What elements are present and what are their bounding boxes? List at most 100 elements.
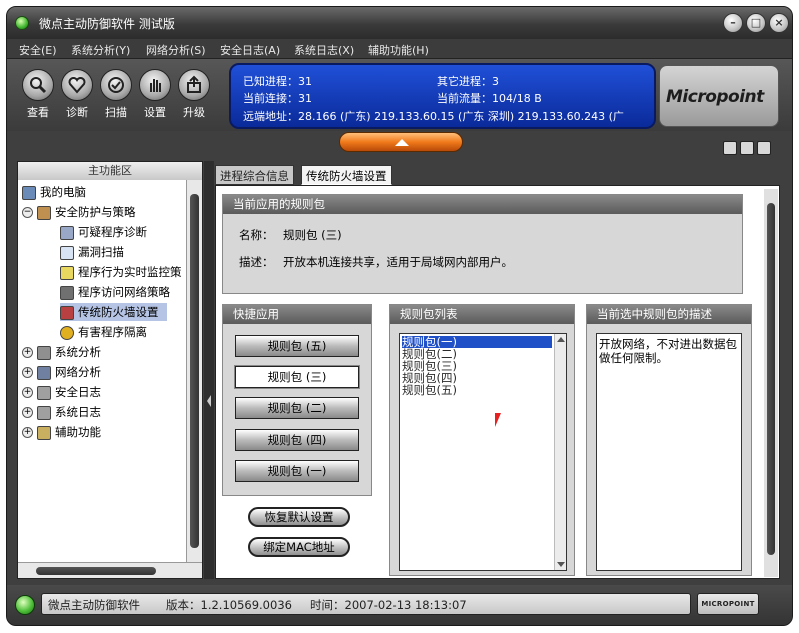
settings-button[interactable]: 设置	[138, 69, 172, 120]
maximize-button[interactable]: □	[746, 13, 766, 33]
tree-item-auxiliary[interactable]: + 辅助功能	[22, 423, 101, 441]
log-icon	[37, 385, 51, 400]
scroll-down-icon[interactable]	[555, 558, 567, 570]
window-title: 微点主动防御软件 测试版	[39, 17, 175, 31]
rule-pack-listbox[interactable]: 规则包(一) 规则包(二) 规则包(三) 规则包(四) 规则包(五)	[399, 333, 567, 571]
tree-item-network-analysis[interactable]: + 网络分析	[22, 363, 101, 381]
tree-label: 有害程序隔离	[78, 325, 147, 339]
menu-bar: 安全(E) 系统分析(Y) 网络分析(S) 安全日志(A) 系统日志(X) 辅助…	[7, 39, 792, 59]
title-bar[interactable]: 微点主动防御软件 测试版 – □ ×	[7, 7, 792, 39]
logo-text: Micropoint	[666, 87, 764, 107]
expand-icon[interactable]: +	[22, 387, 33, 398]
tree-label: 系统分析	[55, 345, 101, 359]
biohazard-icon	[60, 325, 74, 340]
restore-defaults-button[interactable]: 恢复默认设置	[248, 507, 350, 527]
expand-icon[interactable]: +	[22, 407, 33, 418]
menu-security-log[interactable]: 安全日志(A)	[220, 42, 280, 58]
menu-security[interactable]: 安全(E)	[19, 42, 57, 58]
view-button[interactable]: 查看	[21, 69, 55, 120]
status-indicator-icon	[15, 595, 35, 615]
rule-pack-2-button[interactable]: 规则包 (二)	[235, 397, 359, 419]
current-rule-group: 当前应用的规则包 名称： 规则包 (三) 描述： 开放本机连接共享，适用于局域网…	[222, 194, 743, 294]
menu-network-analysis[interactable]: 网络分析(S)	[146, 42, 206, 58]
tree-item-my-computer[interactable]: 我的电脑	[22, 183, 86, 201]
tree-item-behavior-monitor[interactable]: 程序行为实时监控策	[60, 263, 192, 281]
tree-item-suspicious-diagnosis[interactable]: 可疑程序诊断	[60, 223, 147, 241]
computer-icon	[22, 185, 36, 200]
tree-label: 网络分析	[55, 365, 101, 379]
tree-label: 程序访问网络策略	[78, 285, 170, 299]
tree-label: 程序行为实时监控策	[78, 265, 182, 279]
collapse-icon[interactable]: −	[22, 207, 33, 218]
tree-horizontal-scrollbar[interactable]	[18, 562, 202, 578]
tree-label: 传统防火墙设置	[78, 305, 159, 319]
tree-item-system-analysis[interactable]: + 系统分析	[22, 343, 101, 361]
magnifier-icon	[22, 69, 54, 101]
rule-pack-5-button[interactable]: 规则包 (五)	[235, 335, 359, 357]
view-label: 查看	[27, 106, 49, 119]
status-box: 微点主动防御软件 版本：1.2.10569.0036 时间：2007-02-13…	[41, 593, 691, 615]
restore-view-button[interactable]	[723, 141, 737, 155]
upgrade-button[interactable]: 升级	[177, 69, 211, 120]
minimize-button[interactable]: –	[723, 13, 743, 33]
diagnose-label: 诊断	[66, 106, 88, 119]
close-panel-button[interactable]	[757, 141, 771, 155]
group-title: 规则包列表	[390, 305, 574, 324]
group-title: 快捷应用	[223, 305, 371, 324]
list-item[interactable]: 规则包(五)	[402, 384, 457, 396]
rule-pack-4-button[interactable]: 规则包 (四)	[235, 429, 359, 451]
menu-system-log[interactable]: 系统日志(X)	[294, 42, 354, 58]
diagnose-button[interactable]: 诊断	[60, 69, 94, 120]
expand-icon[interactable]: +	[22, 347, 33, 358]
brand-logo: Micropoint	[659, 65, 779, 127]
hand-icon	[139, 69, 171, 101]
group-title: 当前选中规则包的描述	[587, 305, 751, 324]
policy-icon	[37, 205, 51, 220]
tree-label: 可疑程序诊断	[78, 225, 147, 239]
tree-item-security-log[interactable]: + 安全日志	[22, 383, 101, 401]
tree-item-security-policy[interactable]: − 安全防护与策略	[22, 203, 136, 221]
scan-button[interactable]: 扫描	[99, 69, 133, 120]
close-button[interactable]: ×	[769, 13, 789, 33]
main-function-panel: 主功能区 我的电脑 − 安全防护与策略 可疑程序诊断 漏洞扫描 程序行为实时监控策…	[17, 161, 203, 579]
firewall-content: 当前应用的规则包 名称： 规则包 (三) 描述： 开放本机连接共享，适用于局域网…	[215, 185, 780, 579]
scroll-up-icon[interactable]	[555, 334, 567, 346]
scroll-thumb[interactable]	[36, 567, 156, 575]
tree-label: 安全防护与策略	[55, 205, 136, 219]
list-scrollbar[interactable]	[554, 334, 566, 570]
other-processes: 其它进程：3	[437, 75, 499, 88]
log-icon	[37, 405, 51, 420]
tree-item-system-log[interactable]: + 系统日志	[22, 403, 101, 421]
tab-process-info[interactable]: 进程综合信息	[215, 165, 294, 185]
menu-auxiliary[interactable]: 辅助功能(H)	[368, 42, 429, 58]
status-time: 时间：2007-02-13 18:13:07	[310, 598, 467, 612]
scroll-thumb[interactable]	[190, 194, 199, 548]
scan-icon	[100, 69, 132, 101]
tab-firewall-settings[interactable]: 传统防火墙设置	[301, 165, 392, 185]
panel-splitter[interactable]	[204, 161, 214, 579]
rule-name-label: 名称：	[239, 228, 274, 242]
firewall-icon	[60, 305, 74, 320]
rule-name-value: 规则包 (三)	[283, 228, 342, 242]
tree-item-firewall[interactable]: 传统防火墙设置	[60, 303, 167, 321]
bind-mac-button[interactable]: 绑定MAC地址	[248, 537, 350, 557]
content-vertical-scrollbar[interactable]	[764, 189, 778, 577]
network-icon	[60, 285, 74, 300]
status-logo: MICROPOINT	[697, 593, 759, 615]
rule-pack-1-button[interactable]: 规则包 (一)	[235, 460, 359, 482]
scroll-thumb[interactable]	[767, 203, 775, 555]
tree-vertical-scrollbar[interactable]	[186, 180, 202, 562]
quick-apply-group: 快捷应用 规则包 (五) 规则包 (三) 规则包 (二) 规则包 (四) 规则包…	[222, 304, 372, 496]
expand-icon[interactable]: +	[22, 427, 33, 438]
menu-system-analysis[interactable]: 系统分析(Y)	[71, 42, 130, 58]
collapse-arrow-icon[interactable]	[204, 391, 214, 411]
expand-icon[interactable]: +	[22, 367, 33, 378]
tree-label: 漏洞扫描	[78, 245, 124, 259]
tree-item-network-access[interactable]: 程序访问网络策略	[60, 283, 170, 301]
tree-item-quarantine[interactable]: 有害程序隔离	[60, 323, 147, 341]
tree-item-vulnerability-scan[interactable]: 漏洞扫描	[60, 243, 124, 261]
tile-view-button[interactable]	[740, 141, 754, 155]
system-icon	[37, 345, 51, 360]
expand-panel-button[interactable]	[339, 132, 463, 152]
rule-pack-3-button[interactable]: 规则包 (三)	[234, 365, 360, 389]
